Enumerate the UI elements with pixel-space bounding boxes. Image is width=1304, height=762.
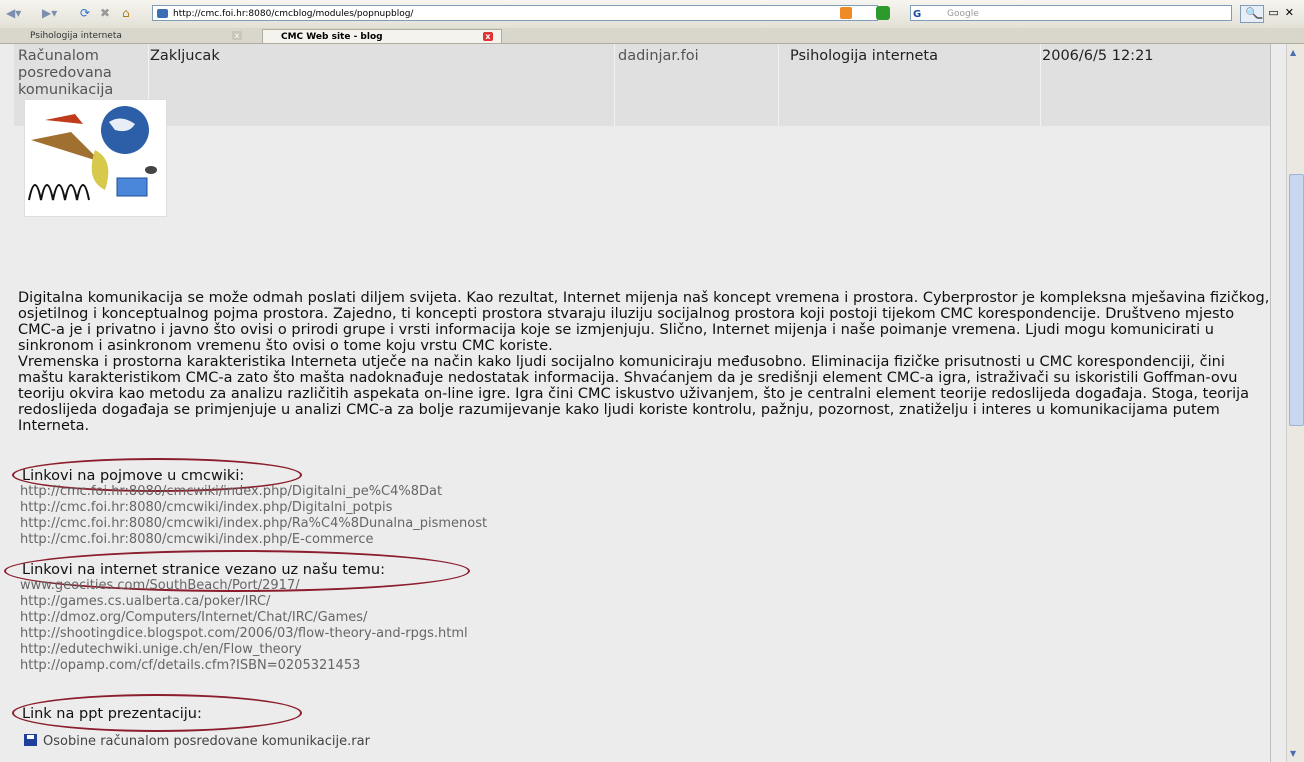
forward-icon[interactable]: ▶▾ xyxy=(42,6,57,20)
rss-icon[interactable] xyxy=(840,7,852,19)
scrollbar-thumb[interactable] xyxy=(1289,174,1304,426)
back-icon[interactable]: ◀▾ xyxy=(6,6,21,20)
web-links: www.geocities.com/SouthBeach/Port/2917/ … xyxy=(20,578,468,674)
web-link[interactable]: http://dmoz.org/Computers/Internet/Chat/… xyxy=(20,610,468,626)
stop-icon[interactable]: ✖ xyxy=(100,6,110,20)
post-image xyxy=(24,99,167,217)
divider xyxy=(1270,44,1271,762)
wiki-link[interactable]: http://cmc.foi.hr:8080/cmcwiki/index.php… xyxy=(20,516,487,532)
blog-cell: Psihologija interneta xyxy=(790,48,939,64)
wiki-links: http://cmc.foi.hr:8080/cmcwiki/index.php… xyxy=(20,484,487,548)
attachment-link[interactable]: Osobine računalom posredovane komunikaci… xyxy=(24,734,370,749)
attachment-label: Osobine računalom posredovane komunikaci… xyxy=(43,734,370,749)
date-cell: 2006/6/5 12:21 xyxy=(1042,48,1154,64)
wiki-link[interactable]: http://cmc.foi.hr:8080/cmcwiki/index.php… xyxy=(20,500,487,516)
page-content: Računalom posredovana komunikacija Zaklj… xyxy=(0,44,1286,762)
home-icon[interactable]: ⌂ xyxy=(122,6,130,20)
search-placeholder: Google xyxy=(947,9,979,19)
paragraph: Vremenska i prostorna karakteristika Int… xyxy=(18,354,1250,434)
browser-toolbar: ◀▾ ▶▾ ⟳ ✖ ⌂ http://cmc.foi.hr:8080/cmcbl… xyxy=(0,0,1304,29)
wiki-link[interactable]: http://cmc.foi.hr:8080/cmcwiki/index.php… xyxy=(20,532,487,548)
author-cell[interactable]: dadinjar.foi xyxy=(618,48,699,65)
tab-cmc-blog[interactable]: CMC Web site - blog x xyxy=(262,29,502,43)
refresh-icon[interactable]: ⟳ xyxy=(80,6,90,20)
floppy-disk-icon xyxy=(24,734,37,746)
post-body: Digitalna komunikacija se može odmah pos… xyxy=(18,290,1272,434)
tab-label: Psihologija interneta xyxy=(30,31,122,41)
close-icon[interactable]: x xyxy=(483,32,493,41)
scroll-down-icon[interactable]: ▼ xyxy=(1290,749,1296,758)
web-link[interactable]: http://edutechwiki.unige.ch/en/Flow_theo… xyxy=(20,642,468,658)
web-link[interactable]: www.geocities.com/SouthBeach/Port/2917/ xyxy=(20,578,468,594)
url-text: http://cmc.foi.hr:8080/cmcblog/modules/p… xyxy=(173,9,414,19)
title-cell: Zakljucak xyxy=(150,48,220,64)
wiki-link[interactable]: http://cmc.foi.hr:8080/cmcwiki/index.php… xyxy=(20,484,487,500)
vertical-scrollbar[interactable]: ▲ ▼ xyxy=(1286,44,1304,762)
web-link[interactable]: http://games.cs.ualberta.ca/poker/IRC/ xyxy=(20,594,468,610)
tab-label: CMC Web site - blog xyxy=(281,32,383,42)
scroll-up-icon[interactable]: ▲ xyxy=(1290,48,1296,57)
favicon-icon xyxy=(157,9,168,18)
tab-psihologija[interactable]: Psihologija interneta x xyxy=(12,29,250,43)
search-engine-icon[interactable]: G xyxy=(913,7,921,23)
tab-bar: Psihologija interneta x CMC Web site - b… xyxy=(0,28,1304,44)
web-link[interactable]: http://shootingdice.blogspot.com/2006/03… xyxy=(20,626,468,642)
paragraph: Digitalna komunikacija se može odmah pos… xyxy=(18,290,1270,354)
window-controls[interactable]: _▭✕ xyxy=(1257,6,1300,19)
address-bar[interactable]: http://cmc.foi.hr:8080/cmcblog/modules/p… xyxy=(152,5,878,21)
web-link[interactable]: http://opamp.com/cf/details.cfm?ISBN=020… xyxy=(20,658,468,674)
close-icon[interactable]: x xyxy=(232,31,242,40)
go-icon[interactable] xyxy=(876,6,890,20)
annotation-oval xyxy=(12,694,302,732)
search-input[interactable]: G Google xyxy=(910,5,1232,21)
category-cell[interactable]: Računalom posredovana komunikacija xyxy=(18,48,142,99)
